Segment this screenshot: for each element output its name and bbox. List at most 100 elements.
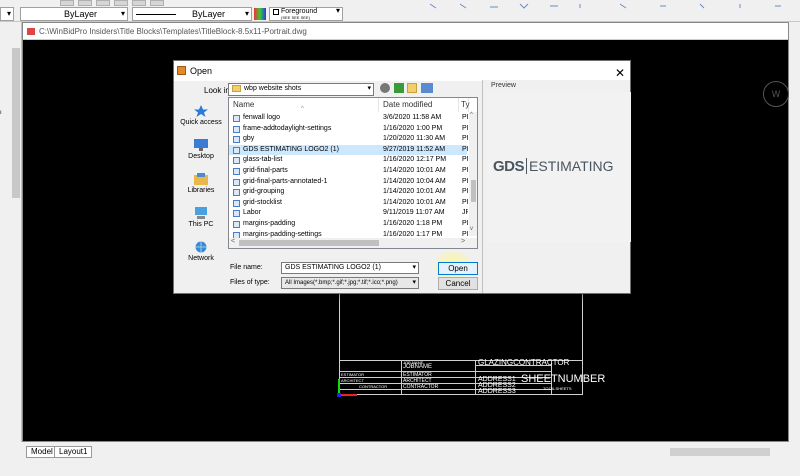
app-icon [177, 66, 186, 75]
vertical-scrollbar[interactable]: ^ v [469, 112, 477, 236]
up-folder-icon[interactable] [394, 83, 404, 93]
scroll-right-icon[interactable]: > [461, 238, 465, 245]
file-name-input[interactable]: GDS ESTIMATING LOGO2 (1) ▾ [281, 262, 419, 274]
open-dialog: Open ✕ Look in: wbp website shots ▾ Quick… [173, 60, 631, 294]
place-this-pc[interactable]: This PC [178, 207, 224, 228]
contractor-label: CONTRACTOR [359, 384, 388, 389]
file-row[interactable]: Labor 9/11/2019 11:07 AM JP [229, 208, 468, 219]
files-of-type-label: Files of type: [230, 279, 270, 286]
file-date: 1/16/2020 1:00 PM [383, 124, 443, 132]
layer-dropdown-1[interactable]: ByLayer ▾ [20, 7, 128, 21]
job-name: JOBNAME [403, 364, 433, 370]
top-toolbar: ▾ ByLayer ▾ ByLayer ▾ Foreground (SEE SEE S… [0, 0, 800, 22]
scroll-down-icon[interactable]: v [470, 226, 473, 232]
place-desktop[interactable]: Desktop [178, 139, 224, 160]
toolbar-icon[interactable] [132, 0, 146, 6]
image-file-icon [233, 115, 240, 122]
file-row[interactable]: grid-stocklist 1/14/2020 10:01 AM PI [229, 198, 468, 209]
file-name: GDS ESTIMATING LOGO2 (1) [243, 145, 339, 153]
drawing-window-title: C:\WinBidPro Insiders\Title Blocks\Templ… [23, 23, 788, 40]
drawing-path: C:\WinBidPro Insiders\Title Blocks\Templ… [39, 27, 307, 36]
file-date: 1/14/2020 10:01 AM [383, 188, 446, 196]
file-name: grid-final-parts-annotated-1 [243, 177, 328, 185]
toolbar-icon[interactable] [150, 0, 164, 6]
file-type: PI [462, 220, 468, 227]
layer-dropdown-2[interactable]: ByLayer ▾ [132, 7, 252, 21]
file-date: 1/14/2020 10:01 AM [383, 167, 446, 174]
file-type: PI [462, 114, 468, 121]
toolbar-icon[interactable] [114, 0, 128, 6]
file-type: JP [462, 209, 468, 217]
new-folder-icon[interactable] [407, 83, 417, 93]
look-in-dropdown[interactable]: wbp website shots ▾ [228, 83, 374, 96]
color-dropdown[interactable]: Foreground (SEE SEE SEE) ▾ [269, 7, 343, 21]
files-of-type-dropdown[interactable]: All Images(*.bmp;*.gif;*.jpg;*.tif;*.ico… [281, 277, 419, 289]
image-file-icon [233, 157, 240, 165]
toolbar-icon[interactable] [60, 0, 74, 6]
place-network[interactable]: Network [178, 241, 224, 262]
dialog-title-bar: Open ✕ [174, 61, 630, 81]
file-row[interactable]: margins-padding 1/16/2020 1:18 PM PI [229, 219, 468, 230]
preview-logo: GDS ESTIMATING [493, 158, 614, 175]
file-row[interactable]: grid-grouping 1/14/2020 10:01 AM PI [229, 187, 468, 198]
star-icon [194, 105, 208, 117]
scroll-left-icon[interactable]: < [231, 238, 235, 245]
view-menu-icon[interactable] [421, 83, 433, 93]
desktop-icon [194, 139, 208, 151]
right-panel [789, 22, 800, 442]
file-row[interactable]: GDS ESTIMATING LOGO2 (1) 9/27/2019 11:52 … [229, 144, 468, 156]
place-libraries[interactable]: Libraries [178, 173, 224, 194]
color-picker-icon[interactable] [254, 8, 266, 20]
image-file-icon [233, 189, 240, 197]
file-name-label: File name: [230, 264, 263, 271]
linetype-dropdown-partial[interactable]: ▾ [0, 7, 14, 21]
cancel-button[interactable]: Cancel [438, 277, 478, 290]
total-sheets: TOTALSHEETS [543, 386, 572, 391]
file-date: 1/14/2020 10:01 AM [383, 198, 446, 206]
file-list-horizontal-scrollbar[interactable]: < > [229, 238, 477, 248]
folder-icon [232, 84, 241, 92]
viewcube-compass[interactable]: W [763, 81, 789, 107]
file-type: PI [462, 135, 468, 143]
file-name: fenwall logo [243, 114, 280, 121]
preview-image: GDS ESTIMATING [487, 92, 631, 242]
file-date: 1/16/2020 12:17 PM [383, 156, 447, 164]
file-row[interactable]: grid-final-parts-annotated-1 1/14/2020 10… [229, 177, 468, 188]
file-row[interactable]: glass-tab-list 1/16/2020 12:17 PM PI [229, 155, 468, 166]
contractor: CONTRACTOR [403, 384, 439, 390]
horizontal-scrollbar[interactable] [670, 448, 770, 456]
place-quick-access[interactable]: Quick access [178, 105, 224, 126]
file-name: Labor [243, 209, 261, 217]
file-date: 1/20/2020 11:30 AM [383, 135, 446, 143]
address-3: ADDRESS3 [478, 388, 516, 395]
file-name: frame-addtodaylight-settings [243, 124, 332, 132]
open-button[interactable]: Open [438, 262, 478, 275]
drawing-file-icon [27, 28, 35, 35]
file-row[interactable]: frame-addtodaylight-settings 1/16/2020 1:… [229, 124, 468, 135]
left-panel-scrollbar[interactable] [12, 48, 20, 198]
column-header-type[interactable]: Ty [459, 98, 469, 112]
file-date: 9/11/2019 11:07 AM [383, 209, 445, 217]
file-name: margins-padding [243, 220, 296, 227]
toolbar-icon[interactable] [96, 0, 110, 6]
horizontal-scroll-thumb[interactable] [239, 240, 379, 246]
network-icon [195, 241, 207, 253]
scroll-thumb[interactable] [471, 180, 476, 202]
file-name: gby [243, 135, 255, 143]
back-icon[interactable] [380, 83, 390, 93]
image-file-icon [233, 199, 240, 207]
tab-layout1[interactable]: Layout1 [54, 446, 93, 458]
file-type: PI [462, 198, 468, 206]
column-header-name[interactable]: Name [229, 98, 379, 112]
scroll-up-icon[interactable]: ^ [470, 112, 473, 118]
file-row[interactable]: grid-final-parts 1/14/2020 10:01 AM PI [229, 166, 468, 177]
image-file-icon [233, 221, 240, 228]
toolbar-icon[interactable] [78, 0, 92, 6]
bottom-bar: Model Layout1 [0, 442, 800, 476]
preview-label: Preview [491, 82, 516, 89]
column-header-date-modified[interactable]: Date modified [379, 98, 459, 112]
file-list[interactable]: Name Date modified Ty ^ fenwall logo 3/6/… [228, 97, 478, 249]
file-row[interactable]: gby 1/20/2020 11:30 AM PI [229, 134, 468, 145]
ucs-icon [335, 377, 359, 399]
file-row[interactable]: fenwall logo 3/6/2020 11:58 AM PI [229, 113, 468, 124]
